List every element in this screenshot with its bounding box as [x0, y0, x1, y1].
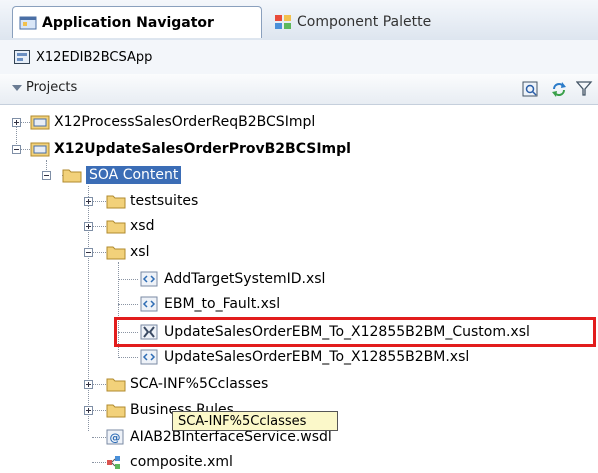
tree-item-composite-file[interactable]: composite.xml [106, 451, 233, 473]
component-palette-icon [275, 15, 291, 29]
folder-icon [106, 246, 126, 260]
application-selector[interactable]: X12EDIB2BCSApp [14, 45, 594, 69]
application-icon [14, 50, 30, 64]
folder-icon [106, 404, 126, 418]
folder-label: xsd [130, 218, 155, 234]
expand-toggle[interactable] [84, 406, 93, 415]
file-label: AddTargetSystemID.xsl [164, 271, 326, 287]
tree-item-project[interactable]: X12ProcessSalesOrderReqB2BCSImpl [30, 111, 315, 133]
folder-label: SCA-INF%5Cclasses [130, 376, 269, 392]
xsl-file-icon [140, 296, 158, 312]
tab-application-navigator[interactable]: Application Navigator [12, 6, 262, 38]
refresh-icon[interactable] [550, 80, 568, 98]
filter-icon[interactable] [576, 80, 594, 98]
projects-header: Projects [0, 74, 598, 105]
project-name: X12UpdateSalesOrderProvB2BCSImpl [54, 141, 351, 157]
application-name: X12EDIB2BCSApp [36, 49, 153, 65]
tree-item-xsl-file[interactable]: UpdateSalesOrderEBM_To_X12855B2BM.xsl [140, 346, 469, 368]
folder-icon [106, 220, 126, 234]
xsl-file-icon [140, 271, 158, 287]
folder-label: SOA Content [86, 166, 182, 184]
project-folder-icon [30, 142, 50, 157]
folder-icon [106, 378, 126, 392]
tooltip: SCA-INF%5Cclasses [172, 411, 338, 431]
tree-item-folder[interactable]: testsuites [106, 190, 198, 212]
file-label: UpdateSalesOrderEBM_To_X12855B2BM.xsl [164, 349, 470, 365]
file-label: composite.xml [130, 454, 233, 470]
folder-icon [106, 195, 126, 209]
tree-item-folder[interactable]: xsl [106, 241, 149, 263]
tab-label: Application Navigator [42, 14, 214, 31]
projects-label: Projects [26, 80, 78, 95]
collapse-toggle[interactable] [12, 145, 21, 154]
collapse-toggle[interactable] [42, 171, 51, 180]
tree-item-xsl-file[interactable]: AddTargetSystemID.xsl [140, 268, 325, 290]
folder-label: testsuites [130, 193, 199, 209]
svg-text:@: @ [110, 431, 121, 444]
tree-item-xsl-file[interactable]: EBM_to_Fault.xsl [140, 293, 280, 315]
tab-label: Component Palette [297, 14, 432, 30]
xsl-file-icon [140, 349, 158, 365]
tree-item-folder[interactable]: xsd [106, 215, 154, 237]
highlight-box [114, 317, 596, 347]
tree-item-soa-content[interactable]: SOA Content [62, 164, 182, 186]
expand-toggle[interactable] [84, 222, 93, 231]
collapse-triangle-icon[interactable] [12, 85, 22, 91]
folder-icon [62, 169, 82, 183]
expand-toggle[interactable] [12, 118, 21, 127]
project-name: X12ProcessSalesOrderReqB2BCSImpl [54, 114, 316, 130]
tree-item-project[interactable]: X12UpdateSalesOrderProvB2BCSImpl [30, 138, 351, 160]
composite-icon [107, 456, 120, 469]
collapse-toggle[interactable] [84, 248, 93, 257]
wsdl-file-icon: @ [106, 429, 124, 445]
expand-toggle[interactable] [84, 197, 93, 206]
expand-toggle[interactable] [84, 380, 93, 389]
folder-label: xsl [130, 244, 150, 260]
tab-component-palette[interactable]: Component Palette [268, 6, 468, 38]
project-folder-icon [30, 115, 50, 130]
application-navigator-icon [19, 16, 37, 29]
navigator-tab-bar: Application Navigator Component Palette [0, 0, 598, 41]
tree-item-folder[interactable]: SCA-INF%5Cclasses [106, 373, 268, 395]
application-selector-bar: X12EDIB2BCSApp [0, 40, 598, 75]
project-properties-icon[interactable] [522, 80, 540, 98]
file-label: EBM_to_Fault.xsl [164, 296, 281, 312]
